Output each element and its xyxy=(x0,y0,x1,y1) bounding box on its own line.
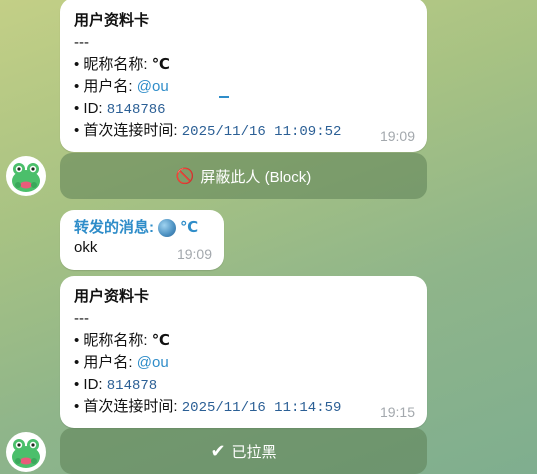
forward-prefix: 转发的消息: xyxy=(74,219,154,236)
id-value: 8148786 xyxy=(106,102,166,118)
first-connect-label: • 首次连接时间: xyxy=(74,398,182,415)
nickname-label: • 昵称名称: xyxy=(74,332,152,349)
block-user-button[interactable]: 🚫 屏蔽此人 (Block) xyxy=(60,153,427,199)
globe-avatar-icon xyxy=(158,219,176,237)
card-title: 用户资料卡 xyxy=(74,288,150,305)
blocked-button-label: 已拉黑 xyxy=(231,443,277,461)
username-line: • 用户名: @ou xyxy=(74,76,413,98)
id-label: • ID: xyxy=(74,100,107,117)
block-button-label: 屏蔽此人 (Block) xyxy=(200,168,312,186)
nickname-value: ℃ xyxy=(151,56,170,73)
forward-header[interactable]: 转发的消息: ℃ xyxy=(74,218,212,238)
redaction-mark xyxy=(218,96,229,98)
forwarded-message: 转发的消息: ℃ okk 19:09 xyxy=(60,210,224,270)
message-time: 19:09 xyxy=(176,246,212,262)
nickname-line: • 昵称名称: ℃ xyxy=(74,330,413,352)
username-link[interactable]: @ou xyxy=(137,78,169,95)
card-separator: --- xyxy=(74,34,89,51)
id-line: • ID: 8148786 xyxy=(74,98,413,120)
first-connect-line: • 首次连接时间: 2025/11/16 11:09:52 xyxy=(74,120,413,142)
id-line: • ID: 814878 xyxy=(74,374,413,396)
first-connect-value: 2025/11/16 11:09:52 xyxy=(181,124,342,140)
prohibited-icon: 🚫 xyxy=(175,168,195,185)
frog-avatar-icon xyxy=(12,439,40,468)
blocked-status-button[interactable]: ✔ 已拉黑 xyxy=(60,428,427,474)
id-value: 814878 xyxy=(106,378,158,394)
profile-card-message: 用户资料卡 --- • 昵称名称: ℃ • 用户名: @ou • ID: 814… xyxy=(60,0,427,152)
card-separator: --- xyxy=(74,310,89,327)
checkmark-icon: ✔ xyxy=(210,440,226,461)
forward-sender-name: ℃ xyxy=(180,219,199,236)
username-label: • 用户名: xyxy=(74,78,137,95)
nickname-value: ℃ xyxy=(151,332,170,349)
profile-card-message: 用户资料卡 --- • 昵称名称: ℃ • 用户名: @ou • ID: 814… xyxy=(60,276,427,428)
frog-avatar-icon xyxy=(12,163,40,192)
first-connect-line: • 首次连接时间: 2025/11/16 11:14:59 xyxy=(74,396,413,418)
username-label: • 用户名: xyxy=(74,354,137,371)
frog-avatar[interactable] xyxy=(6,432,46,472)
first-connect-value: 2025/11/16 11:14:59 xyxy=(181,400,342,416)
username-link[interactable]: @ou xyxy=(137,354,169,371)
message-time: 19:15 xyxy=(379,404,415,420)
frog-avatar[interactable] xyxy=(6,156,46,196)
id-label: • ID: xyxy=(74,376,107,393)
nickname-line: • 昵称名称: ℃ xyxy=(74,54,413,76)
username-line: • 用户名: @ou xyxy=(74,352,413,374)
nickname-label: • 昵称名称: xyxy=(74,56,152,73)
first-connect-label: • 首次连接时间: xyxy=(74,122,182,139)
card-title: 用户资料卡 xyxy=(74,12,150,29)
message-time: 19:09 xyxy=(379,128,415,144)
